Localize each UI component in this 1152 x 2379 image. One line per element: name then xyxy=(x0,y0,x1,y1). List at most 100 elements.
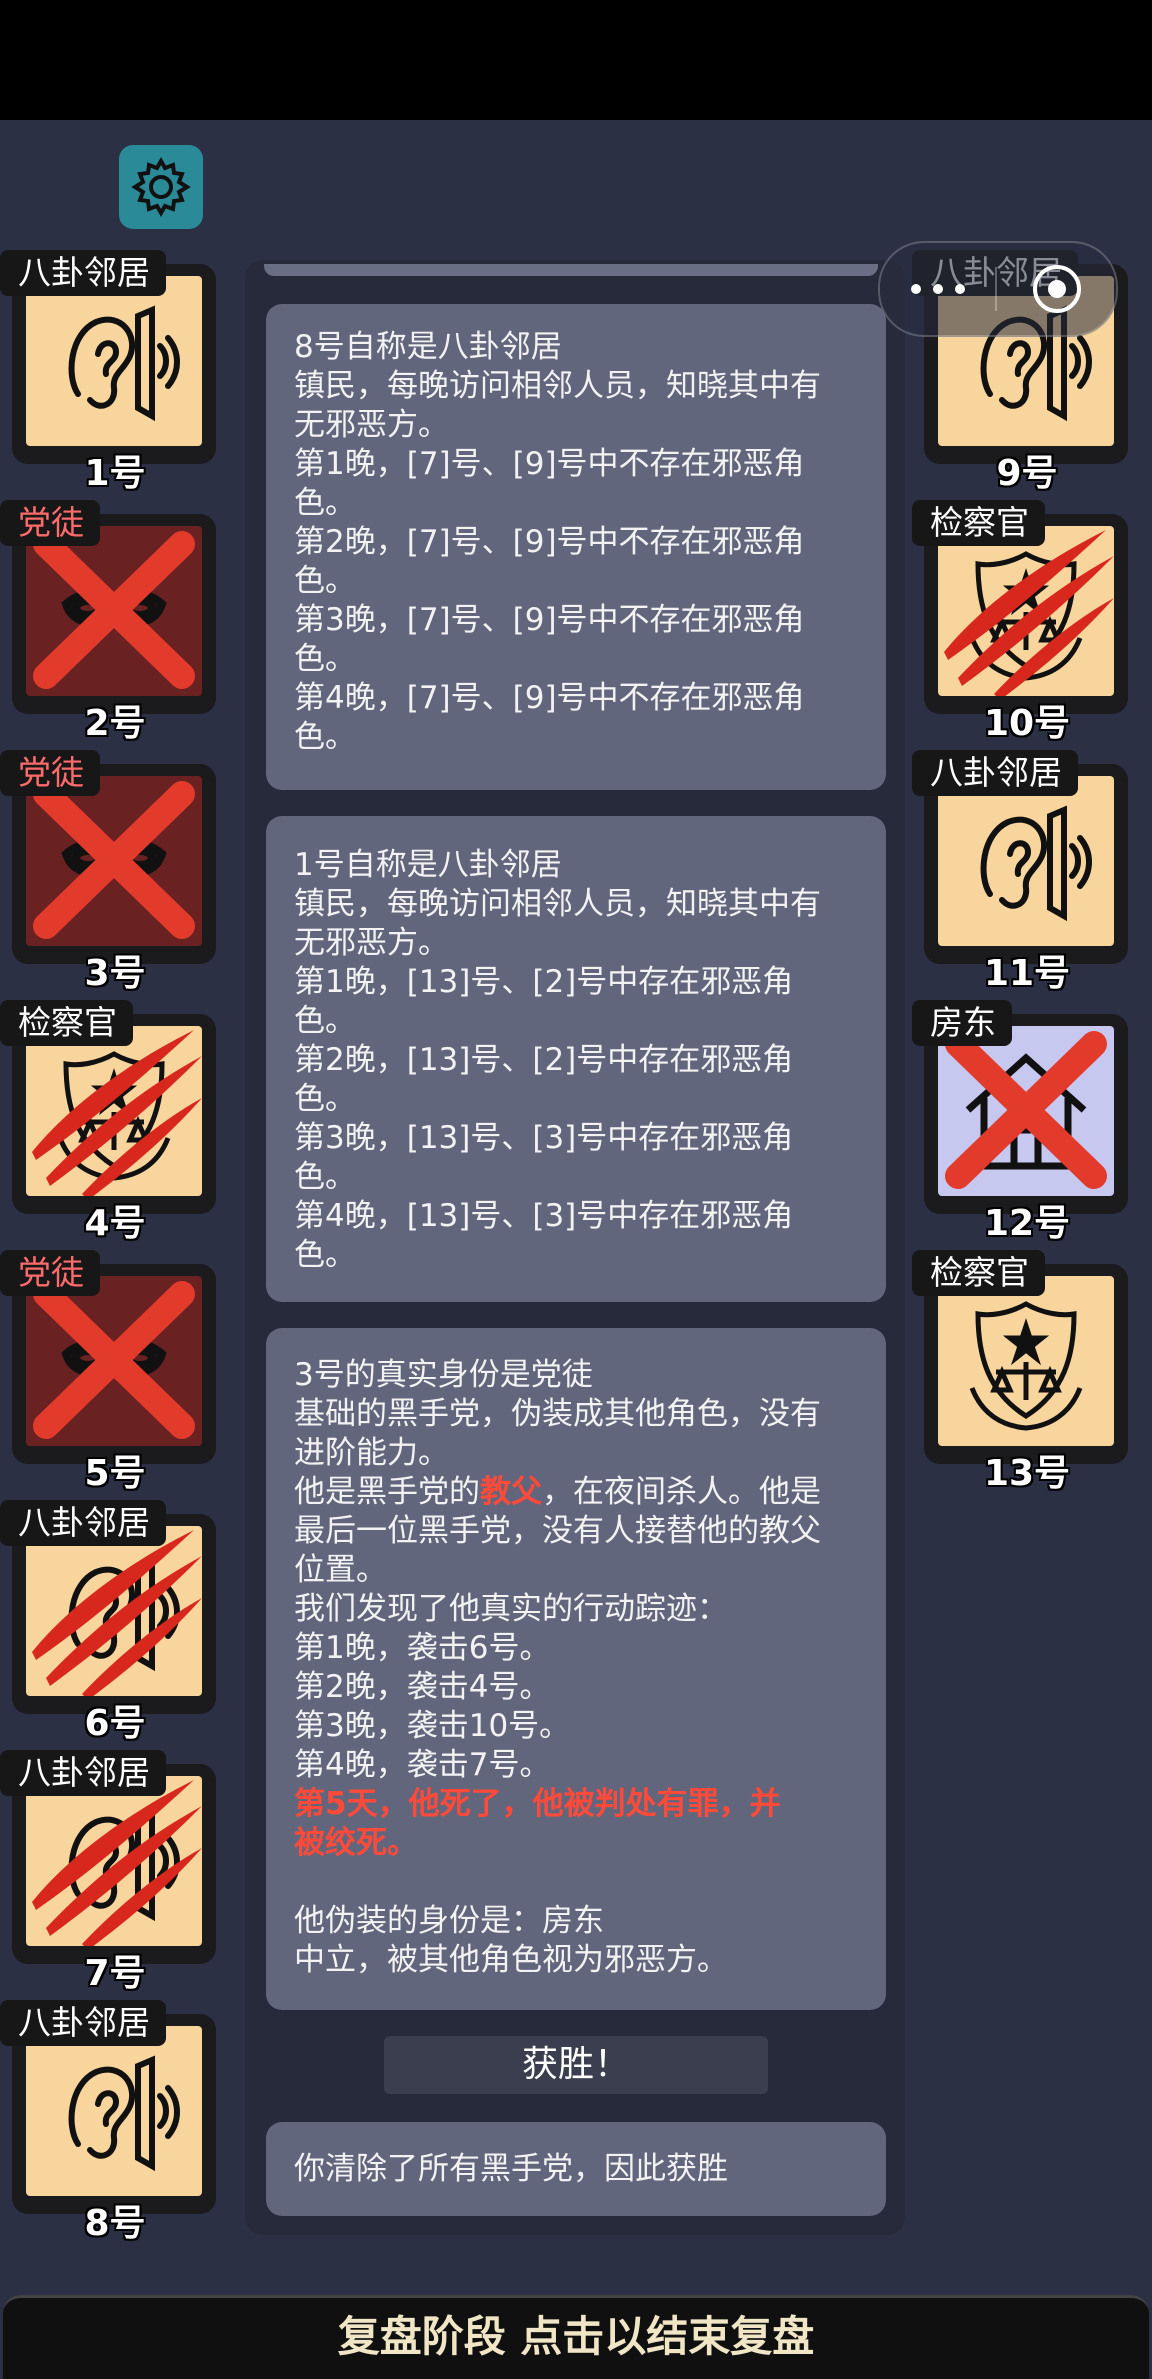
message-line: 色。 xyxy=(294,1237,356,1273)
seat-number: 10号 xyxy=(983,703,1071,744)
message-line: 位置。 xyxy=(294,1552,387,1588)
message-line: 第3晚，[7]号、[9]号中不存在邪恶角 xyxy=(294,602,805,638)
player-card-3[interactable]: 党徒 3号 xyxy=(0,750,230,994)
player-card-8[interactable]: 八卦邻居 8号 xyxy=(0,2000,230,2244)
message-line: 色。 xyxy=(294,1003,356,1039)
death-line: 被绞死。 xyxy=(294,1825,418,1861)
mask-role-art xyxy=(26,1276,202,1446)
player-card-12[interactable]: 房东 12号 xyxy=(912,1000,1142,1244)
executed-x-mark xyxy=(33,531,195,689)
seat-number: 11号 xyxy=(983,953,1071,994)
seat-number: 13号 xyxy=(983,1453,1071,1494)
seat-number: 12号 xyxy=(983,1203,1071,1244)
message-line: 镇民，每晚访问相邻人员，知晓其中有 xyxy=(294,368,821,404)
message-line: 第2晚，[13]号、[2]号中存在邪恶角 xyxy=(294,1042,794,1078)
seat-number: 4号 xyxy=(84,1203,146,1244)
seat-number: 2号 xyxy=(84,703,146,744)
role-label: 八卦邻居 xyxy=(0,2000,166,2046)
message-line: 第1晚，[7]号、[9]号中不存在邪恶角 xyxy=(294,446,805,482)
ear-role-art xyxy=(26,276,202,446)
ear-role-art xyxy=(938,776,1114,946)
message-line: 色。 xyxy=(294,485,356,521)
message-line: 他是黑手党的教父，在夜间杀人。他是 xyxy=(294,1473,858,1512)
message-line: 色。 xyxy=(294,1159,356,1195)
message-line: 中立，被其他角色视为邪恶方。 xyxy=(294,1942,728,1978)
message-line: 第1晚，袭击6号。 xyxy=(294,1630,551,1666)
scroll-edge xyxy=(264,264,878,276)
player-card-7[interactable]: 八卦邻居 7号 xyxy=(0,1750,230,1994)
target-close-icon[interactable] xyxy=(997,263,1116,315)
seat-number: 8号 xyxy=(84,2203,146,2244)
message-line: 无邪恶方。 xyxy=(294,925,449,961)
message-line: 我们发现了他真实的行动踪迹： xyxy=(294,1591,728,1627)
badge-role-art xyxy=(938,1276,1114,1446)
badge-role-art xyxy=(26,1026,202,1196)
role-label: 检察官 xyxy=(0,1000,133,1046)
player-card-4[interactable]: 检察官 4号 xyxy=(0,1000,230,1244)
message-line: 第1晚，[13]号、[2]号中存在邪恶角 xyxy=(294,964,794,1000)
player-card-11[interactable]: 八卦邻居 11号 xyxy=(912,750,1142,994)
message-line: 最后一位黑手党，没有人接替他的教父 xyxy=(294,1513,821,1549)
ear-icon xyxy=(68,2055,180,2172)
claw-mark xyxy=(32,1030,202,1196)
player-card-6[interactable]: 八卦邻居 6号 xyxy=(0,1500,230,1744)
message-line: 8号自称是八卦邻居 xyxy=(294,329,562,365)
executed-x-mark xyxy=(33,781,195,939)
role-label: 八卦邻居 xyxy=(912,750,1078,796)
claim-message-8: 8号自称是八卦邻居 镇民，每晚访问相邻人员，知晓其中有 无邪恶方。 第1晚，[7… xyxy=(266,304,886,790)
seat-number: 9号 xyxy=(996,453,1058,494)
badge-role-art xyxy=(938,526,1114,696)
player-card-10[interactable]: 检察官 10号 xyxy=(912,500,1142,744)
claw-mark xyxy=(32,1780,202,1946)
ear-role-art xyxy=(26,1526,202,1696)
message-line: 第3晚，袭击10号。 xyxy=(294,1708,571,1744)
message-line: 第2晚，[7]号、[9]号中不存在邪恶角 xyxy=(294,524,805,560)
badge-icon xyxy=(969,1301,1083,1431)
more-dots-icon[interactable] xyxy=(880,243,995,335)
identity-title: 3号的真实身份是党徒 xyxy=(294,1357,593,1393)
player-card-5[interactable]: 党徒 5号 xyxy=(0,1250,230,1494)
seat-number: 3号 xyxy=(84,953,146,994)
message-line: 色。 xyxy=(294,641,356,677)
death-line: 第5天，他死了，他被判处有罪，并 xyxy=(294,1786,781,1822)
message-line: 进阶能力。 xyxy=(294,1435,449,1471)
role-label: 检察官 xyxy=(912,500,1045,546)
role-label: 八卦邻居 xyxy=(0,250,166,296)
message-line: 第2晚，袭击4号。 xyxy=(294,1669,551,1705)
mask-role-art xyxy=(26,776,202,946)
message-line: 镇民，每晚访问相邻人员，知晓其中有 xyxy=(294,886,821,922)
message-line: 1号自称是八卦邻居 xyxy=(294,847,562,883)
ear-role-art xyxy=(26,2026,202,2196)
role-label: 八卦邻居 xyxy=(0,1500,166,1546)
role-label: 八卦邻居 xyxy=(0,1750,166,1796)
player-card-1[interactable]: 八卦邻居 1号 xyxy=(0,250,230,494)
claw-mark xyxy=(944,530,1114,696)
message-line: 第3晚，[13]号、[3]号中存在邪恶角 xyxy=(294,1120,794,1156)
message-line: 色。 xyxy=(294,1081,356,1117)
victory-label: 获胜！ xyxy=(384,2036,768,2094)
message-text: 他是黑手党的 xyxy=(294,1474,480,1510)
seat-number: 5号 xyxy=(84,1453,146,1494)
message-text: ，在夜间杀人。他是 xyxy=(542,1474,821,1510)
mask-role-art xyxy=(26,526,202,696)
message-line: 无邪恶方。 xyxy=(294,407,449,443)
player-card-13[interactable]: 检察官 13号 xyxy=(912,1250,1142,1494)
godfather-highlight: 教父 xyxy=(480,1474,542,1510)
seat-number: 7号 xyxy=(84,1953,146,1994)
gear-icon xyxy=(131,156,191,218)
executed-x-mark xyxy=(33,1281,195,1439)
role-label: 检察官 xyxy=(912,1250,1045,1296)
message-line: 他伪装的身份是：房东 xyxy=(294,1903,604,1939)
role-label: 党徒 xyxy=(0,1250,100,1296)
seat-number: 6号 xyxy=(84,1703,146,1744)
end-review-button[interactable]: 复盘阶段 点击以结束复盘 xyxy=(3,2295,1149,2379)
message-line: 色。 xyxy=(294,563,356,599)
player-card-2[interactable]: 党徒 2号 xyxy=(0,500,230,744)
role-label: 房东 xyxy=(912,1000,1012,1046)
settings-button[interactable] xyxy=(119,145,203,229)
message-line: 第4晚，袭击7号。 xyxy=(294,1747,551,1783)
miniprogram-capsule[interactable] xyxy=(878,241,1118,337)
true-identity-message-3: 3号的真实身份是党徒 基础的黑手党，伪装成其他角色，没有 进阶能力。 他是黑手党… xyxy=(266,1328,886,2010)
message-line: 色。 xyxy=(294,719,356,755)
